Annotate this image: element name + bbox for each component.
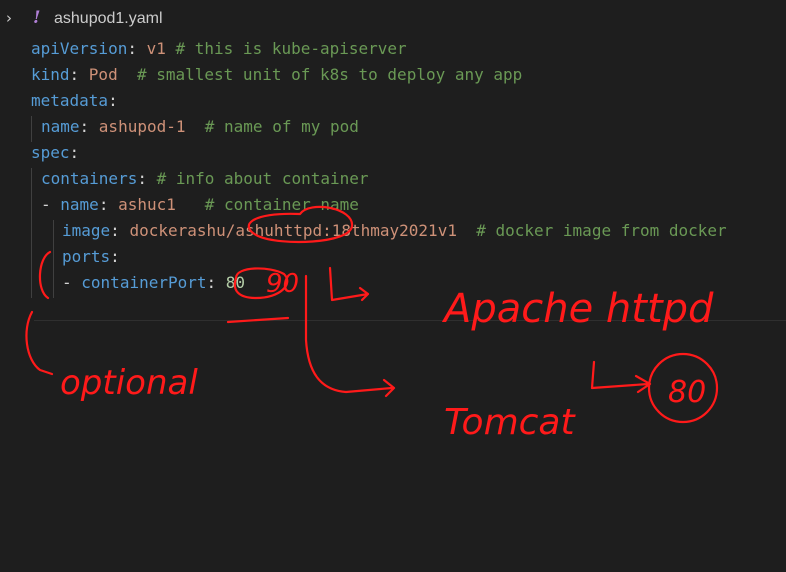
ink-note-80: 80 bbox=[668, 375, 706, 410]
code-line: name: ashupod-1 # name of my pod bbox=[41, 117, 359, 136]
yaml-value: ashupod-1 bbox=[98, 117, 186, 136]
ink-note-90: 90 bbox=[266, 269, 299, 299]
current-line-highlight bbox=[34, 320, 786, 321]
code-line: - containerPort: 80 bbox=[62, 273, 246, 292]
code-line: - name: ashuc1 # container name bbox=[41, 195, 359, 214]
code-line: spec: bbox=[31, 143, 80, 162]
ink-brace-optional bbox=[25, 310, 54, 376]
ink-note-optional: optional bbox=[60, 363, 198, 403]
yaml-list-dash: - bbox=[41, 195, 51, 214]
yaml-list-dash: - bbox=[62, 273, 72, 292]
yaml-comment: # container name bbox=[204, 195, 359, 214]
yaml-comment: # info about container bbox=[156, 169, 369, 188]
code-line: metadata: bbox=[31, 91, 118, 110]
yaml-value: dockerashu/ashuhttpd:18thmay2021v1 bbox=[129, 221, 457, 240]
yaml-value: ashuc1 bbox=[118, 195, 176, 214]
ink-line-httpd bbox=[328, 266, 370, 302]
code-line: kind: Pod # smallest unit of k8s to depl… bbox=[31, 65, 523, 84]
yaml-comment: # docker image from docker bbox=[476, 221, 727, 240]
editor-tab-bar: › ! ashupod1.yaml bbox=[0, 0, 786, 38]
code-line: apiVersion: v1 # this is kube-apiserver bbox=[31, 39, 407, 58]
yaml-key: apiVersion bbox=[31, 39, 128, 58]
ink-bracket-ports bbox=[38, 250, 52, 300]
yaml-key: kind bbox=[31, 65, 70, 84]
ink-note-apache: Apache httpd bbox=[441, 286, 714, 332]
yaml-comment: # name of my pod bbox=[204, 117, 359, 136]
yaml-key: ports bbox=[62, 247, 111, 266]
yaml-file-icon: ! bbox=[33, 8, 41, 28]
ink-arrow-80 bbox=[590, 360, 652, 394]
chevron-right-icon[interactable]: › bbox=[6, 9, 12, 27]
yaml-key: metadata bbox=[31, 91, 109, 110]
file-tab-title[interactable]: ashupod1.yaml bbox=[54, 10, 163, 28]
yaml-key: image bbox=[62, 221, 111, 240]
yaml-number-value: 80 bbox=[225, 273, 246, 292]
yaml-value: Pod bbox=[88, 65, 118, 84]
yaml-key: name bbox=[41, 117, 80, 136]
yaml-comment: # this is kube-apiserver bbox=[175, 39, 407, 58]
yaml-key: name bbox=[60, 195, 99, 214]
yaml-value: v1 bbox=[146, 39, 166, 58]
code-line: image: dockerashu/ashuhttpd:18thmay2021v… bbox=[62, 221, 727, 240]
yaml-comment: # smallest unit of k8s to deploy any app bbox=[136, 65, 523, 84]
indent-guide bbox=[31, 116, 32, 142]
code-line: ports: bbox=[62, 247, 120, 266]
code-line: containers: # info about container bbox=[41, 169, 369, 188]
ink-circle-80-right bbox=[647, 352, 719, 424]
indent-guide bbox=[31, 168, 32, 298]
yaml-key: spec bbox=[31, 143, 70, 162]
ink-note-tomcat: Tomcat bbox=[444, 402, 576, 443]
yaml-key: containerPort bbox=[81, 273, 207, 292]
indent-guide bbox=[53, 220, 54, 298]
yaml-key: containers bbox=[41, 169, 138, 188]
ink-line-tomcat bbox=[304, 274, 396, 398]
